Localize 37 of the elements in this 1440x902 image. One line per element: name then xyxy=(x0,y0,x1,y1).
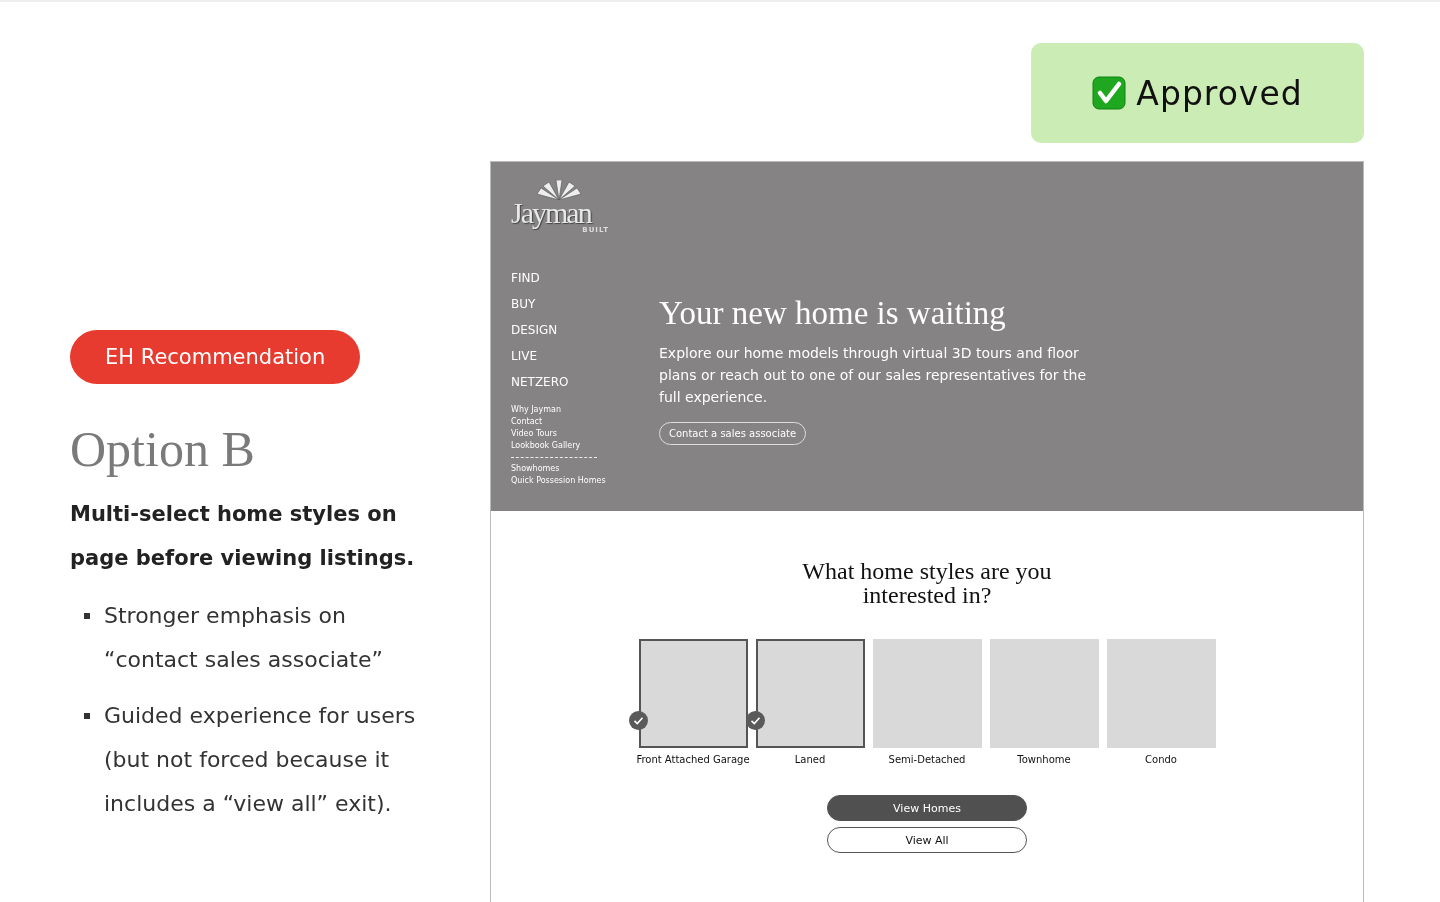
style-label: Front Attached Garage xyxy=(636,754,750,765)
nav-link[interactable]: Quick Possesion Homes xyxy=(511,475,659,487)
style-tile[interactable] xyxy=(755,639,865,748)
style-label: Laned xyxy=(794,754,826,765)
nav-link[interactable]: Why Jayman xyxy=(511,404,659,416)
style-label: Semi-Detached xyxy=(888,754,966,765)
nav-link[interactable]: Showhomes xyxy=(511,463,659,475)
nav-link[interactable]: Contact xyxy=(511,416,659,428)
nav-link[interactable]: LIVE xyxy=(511,348,659,364)
style-label: Townhome xyxy=(1017,754,1071,765)
badge-label: Approved xyxy=(1136,73,1303,113)
nav-link[interactable]: Lookbook Gallery xyxy=(511,440,659,452)
view-homes-button[interactable]: View Homes xyxy=(827,795,1027,821)
style-tile[interactable] xyxy=(989,639,1099,748)
bullet-icon xyxy=(84,613,90,619)
nav-link[interactable]: DESIGN xyxy=(511,322,659,338)
question-heading: What home styles are you interested in? xyxy=(801,559,1053,607)
recommendation-tag: EH Recommendation xyxy=(70,330,361,384)
nav-link[interactable]: Video Tours xyxy=(511,428,659,440)
nav-link[interactable]: BUY xyxy=(511,296,659,312)
view-all-button[interactable]: View All xyxy=(827,827,1027,853)
bullet-icon xyxy=(84,713,90,719)
nav-link[interactable]: NETZERO xyxy=(511,374,659,390)
style-tile[interactable] xyxy=(872,639,982,748)
hero-text: Explore our home models through virtual 3D tours and floor plans or reach out to one of our sales representatives for the full experience. xyxy=(659,344,1088,407)
bullet-text: Guided experience for users (but not forced because it includes a “view all” exit). xyxy=(104,702,417,818)
hero-heading: Your new home is waiting xyxy=(659,295,1007,332)
style-tile[interactable] xyxy=(1106,639,1216,748)
nav-link[interactable]: FIND xyxy=(511,270,659,286)
style-tile[interactable] xyxy=(638,639,748,748)
bullet-text: Stronger emphasis on “contact sales associate” xyxy=(104,602,384,674)
option-title: Option B xyxy=(70,420,256,478)
style-label: Condo xyxy=(1145,754,1177,765)
check-icon xyxy=(745,711,765,730)
checkmark-icon xyxy=(1092,76,1127,110)
check-icon xyxy=(628,711,648,730)
option-summary: Multi-select home styles on page before viewing listings. xyxy=(70,501,416,572)
